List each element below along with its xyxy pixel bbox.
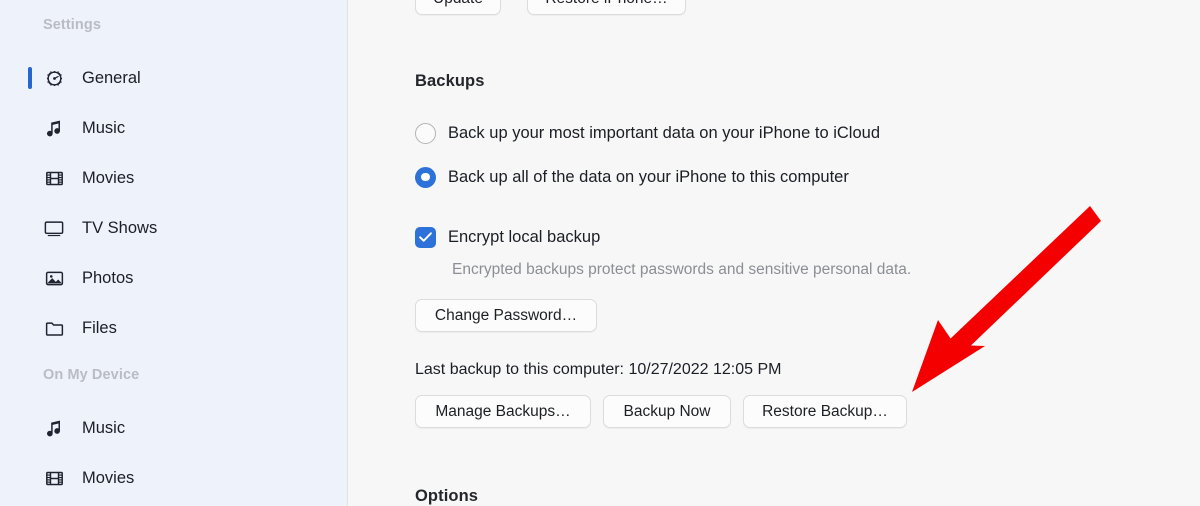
radio-indicator <box>415 122 436 144</box>
options-heading: Options <box>415 487 479 505</box>
radio-indicator-selected <box>415 166 436 188</box>
sidebar-item-label: Music <box>82 118 126 137</box>
sidebar-item-label: Music <box>82 418 126 437</box>
sidebar-selection-indicator <box>28 67 32 89</box>
sidebar-item-movies[interactable]: Movies <box>0 162 347 194</box>
change-password-button[interactable]: Change Password… <box>415 299 597 332</box>
music-icon <box>43 117 65 139</box>
gear-icon <box>43 67 65 89</box>
folder-icon <box>43 317 65 339</box>
sidebar-item-tv-shows[interactable]: TV Shows <box>0 212 347 244</box>
sidebar-item-label: TV Shows <box>82 218 158 237</box>
radio-backup-icloud[interactable]: Back up your most important data on your… <box>415 121 880 145</box>
film-icon <box>43 167 65 189</box>
radio-backup-this-computer[interactable]: Back up all of the data on your iPhone t… <box>415 165 849 189</box>
restore-backup-button[interactable]: Restore Backup… <box>743 395 907 428</box>
sidebar-item-label: Movies <box>82 468 135 487</box>
sidebar-item-general[interactable]: General <box>0 62 347 94</box>
itunes-device-settings-screen: Settings General Music Movies TV Shows P… <box>0 0 1200 506</box>
encrypt-help-text: Encrypted backups protect passwords and … <box>452 261 912 278</box>
sidebar-item-movies-on-device[interactable]: Movies <box>0 462 347 494</box>
checkmark-icon <box>415 226 436 248</box>
sidebar-group-label-settings: Settings <box>43 17 101 33</box>
tv-icon <box>43 217 65 239</box>
backup-now-button[interactable]: Backup Now <box>603 395 731 428</box>
photo-icon <box>43 267 65 289</box>
radio-label: Back up all of the data on your iPhone t… <box>448 167 849 186</box>
sidebar-item-music[interactable]: Music <box>0 112 347 144</box>
sidebar-item-label: Files <box>82 318 117 337</box>
checkbox-encrypt-local-backup[interactable]: Encrypt local backup <box>415 225 600 249</box>
music-icon <box>43 417 65 439</box>
backups-heading: Backups <box>415 72 485 90</box>
sidebar-item-music-on-device[interactable]: Music <box>0 412 347 444</box>
sidebar-item-files[interactable]: Files <box>0 312 347 344</box>
sidebar-item-photos[interactable]: Photos <box>0 262 347 294</box>
restore-iphone-button[interactable]: Restore iPhone… <box>527 0 686 15</box>
checkbox-label: Encrypt local backup <box>448 227 601 246</box>
sidebar-item-label: General <box>82 68 141 87</box>
sidebar-item-label: Movies <box>82 168 135 187</box>
film-icon <box>43 467 65 489</box>
radio-label: Back up your most important data on your… <box>448 123 880 142</box>
update-button[interactable]: Update <box>415 0 501 15</box>
manage-backups-button[interactable]: Manage Backups… <box>415 395 591 428</box>
sidebar-group-label-on-my-device: On My Device <box>43 367 140 383</box>
last-backup-text: Last backup to this computer: 10/27/2022… <box>415 361 782 378</box>
sidebar-item-label: Photos <box>82 268 134 287</box>
main-content: Update Restore iPhone… Backups Back up y… <box>348 0 1200 506</box>
sidebar: Settings General Music Movies TV Shows P… <box>0 0 348 506</box>
